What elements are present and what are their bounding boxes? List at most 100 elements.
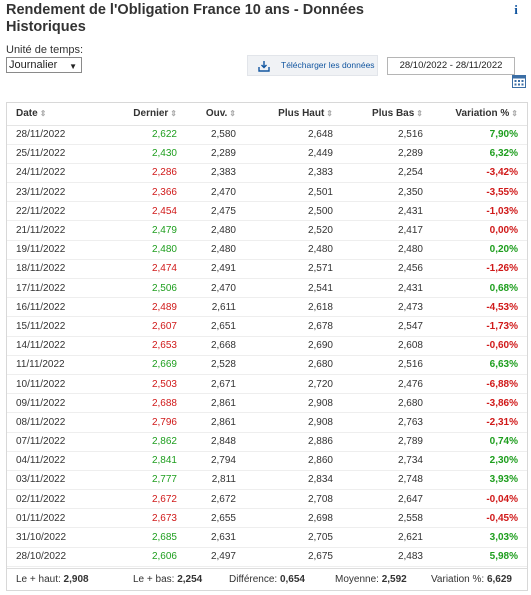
cell-open: 2,480 xyxy=(183,220,243,241)
cell-change: 0,20% xyxy=(431,240,527,260)
cell-low: 2,289 xyxy=(339,144,431,164)
cell-change: 0,00% xyxy=(431,220,527,241)
cell-open: 2,528 xyxy=(183,355,243,375)
table-row: 11/11/2022 2,669 2,528 2,680 2,516 6,63% xyxy=(7,355,527,375)
cell-open: 2,580 xyxy=(183,125,243,145)
cell-last: 2,607 xyxy=(103,316,183,337)
summary-low: Le + bas: 2,254 xyxy=(133,574,203,585)
cell-open: 2,861 xyxy=(183,393,243,414)
cell-last: 2,862 xyxy=(103,432,183,452)
table-row: 25/11/2022 2,430 2,289 2,449 2,289 6,32% xyxy=(7,144,527,164)
table-row: 24/11/2022 2,286 2,383 2,383 2,254 -3,42% xyxy=(7,163,527,184)
column-header-date[interactable]: Date ⇕ xyxy=(7,103,103,126)
cell-date: 08/11/2022 xyxy=(7,412,103,433)
cell-last: 2,688 xyxy=(103,393,183,414)
cell-last: 2,286 xyxy=(103,163,183,184)
cell-last: 2,503 xyxy=(103,374,183,395)
cell-change: -0,04% xyxy=(431,489,527,510)
cell-open: 2,811 xyxy=(183,470,243,491)
table-row: 17/11/2022 2,506 2,470 2,541 2,431 0,68% xyxy=(7,278,527,299)
cell-change: -0,60% xyxy=(431,336,527,356)
summary-high: Le + haut: 2,908 xyxy=(16,574,89,585)
cell-date: 21/11/2022 xyxy=(7,220,103,241)
cell-open: 2,794 xyxy=(183,451,243,471)
cell-last: 2,841 xyxy=(103,451,183,471)
table-row: 28/11/2022 2,622 2,580 2,648 2,516 7,90% xyxy=(7,125,527,145)
cell-last: 2,672 xyxy=(103,489,183,510)
calendar-icon[interactable] xyxy=(512,75,526,88)
table-row: 07/11/2022 2,862 2,848 2,886 2,789 0,74% xyxy=(7,432,527,452)
cell-date: 16/11/2022 xyxy=(7,297,103,318)
cell-high: 2,680 xyxy=(243,355,339,375)
cell-open: 2,668 xyxy=(183,336,243,356)
cell-last: 2,669 xyxy=(103,355,183,375)
sort-icon: ⇕ xyxy=(39,109,47,119)
summary-average: Moyenne: 2,592 xyxy=(335,574,407,585)
cell-change: -4,53% xyxy=(431,297,527,318)
cell-high: 2,675 xyxy=(243,547,339,567)
cell-last: 2,430 xyxy=(103,144,183,164)
cell-date: 18/11/2022 xyxy=(7,259,103,280)
sort-icon: ⇕ xyxy=(229,109,236,119)
column-header-open[interactable]: Ouv. ⇕ xyxy=(183,103,243,126)
cell-date: 22/11/2022 xyxy=(7,201,103,222)
cell-change: 0,68% xyxy=(431,278,527,299)
summary-change: Variation %: 6,629 xyxy=(431,574,512,585)
download-data-label: Télécharger les données xyxy=(281,60,375,70)
cell-high: 2,500 xyxy=(243,201,339,222)
cell-low: 2,547 xyxy=(339,316,431,337)
cell-low: 2,763 xyxy=(339,412,431,433)
column-header-high[interactable]: Plus Haut ⇕ xyxy=(243,103,339,126)
cell-low: 2,647 xyxy=(339,489,431,510)
table-row: 02/11/2022 2,672 2,672 2,708 2,647 -0,04% xyxy=(7,489,527,510)
cell-date: 23/11/2022 xyxy=(7,182,103,203)
time-unit-value: Journalier xyxy=(9,59,58,71)
column-header-low[interactable]: Plus Bas ⇕ xyxy=(339,103,431,126)
cell-open: 2,475 xyxy=(183,201,243,222)
cell-low: 2,456 xyxy=(339,259,431,280)
cell-high: 2,648 xyxy=(243,125,339,145)
cell-last: 2,622 xyxy=(103,125,183,145)
cell-high: 2,678 xyxy=(243,316,339,337)
cell-last: 2,474 xyxy=(103,259,183,280)
cell-open: 2,611 xyxy=(183,297,243,318)
time-unit-select[interactable]: Journalier ▼ xyxy=(6,57,82,73)
table-row: 16/11/2022 2,489 2,611 2,618 2,473 -4,53% xyxy=(7,297,527,318)
cell-last: 2,796 xyxy=(103,412,183,433)
cell-last: 2,366 xyxy=(103,182,183,203)
column-header-last[interactable]: Dernier ⇕ xyxy=(103,103,183,126)
page-title: Rendement de l'Obligation France 10 ans … xyxy=(6,2,364,35)
cell-date: 19/11/2022 xyxy=(7,240,103,260)
cell-high: 2,886 xyxy=(243,432,339,452)
cell-change: 5,98% xyxy=(431,547,527,567)
cell-date: 03/11/2022 xyxy=(7,470,103,491)
date-range-picker[interactable]: 28/10/2022 - 28/11/2022 xyxy=(387,57,515,75)
table-row: 23/11/2022 2,366 2,470 2,501 2,350 -3,55% xyxy=(7,182,527,203)
cell-high: 2,708 xyxy=(243,489,339,510)
table-row: 31/10/2022 2,685 2,631 2,705 2,621 3,03% xyxy=(7,527,527,548)
cell-last: 2,653 xyxy=(103,336,183,356)
cell-high: 2,383 xyxy=(243,163,339,184)
cell-change: -1,26% xyxy=(431,259,527,280)
cell-low: 2,516 xyxy=(339,355,431,375)
cell-last: 2,489 xyxy=(103,297,183,318)
time-unit-label: Unité de temps: xyxy=(6,44,84,56)
cell-last: 2,479 xyxy=(103,220,183,241)
cell-last: 2,606 xyxy=(103,547,183,567)
cell-high: 2,618 xyxy=(243,297,339,318)
cell-open: 2,631 xyxy=(183,527,243,548)
cell-date: 28/10/2022 xyxy=(7,547,103,567)
download-data-button[interactable]: Télécharger les données xyxy=(247,55,378,76)
info-icon[interactable]: i xyxy=(511,3,521,17)
cell-open: 2,497 xyxy=(183,547,243,567)
cell-date: 01/11/2022 xyxy=(7,508,103,529)
cell-open: 2,655 xyxy=(183,508,243,529)
chevron-down-icon: ▼ xyxy=(69,62,77,71)
cell-date: 02/11/2022 xyxy=(7,489,103,510)
cell-high: 2,571 xyxy=(243,259,339,280)
download-icon xyxy=(258,61,270,72)
column-header-change[interactable]: Variation % ⇕ xyxy=(431,103,527,126)
sort-icon: ⇕ xyxy=(416,109,423,119)
cell-open: 2,651 xyxy=(183,316,243,337)
cell-low: 2,431 xyxy=(339,278,431,299)
